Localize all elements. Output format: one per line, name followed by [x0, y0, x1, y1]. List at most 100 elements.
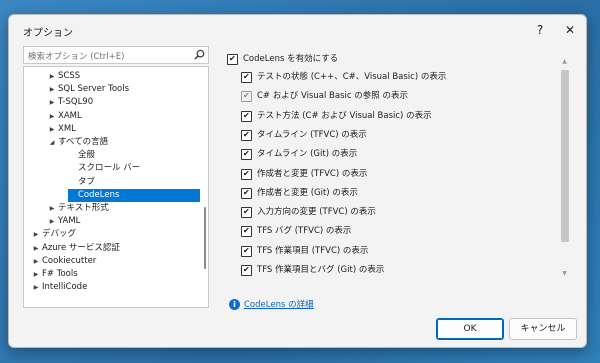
checkbox: ✔	[241, 91, 252, 103]
checkbox[interactable]: ✔	[241, 72, 252, 83]
expand-arrow-icon[interactable]: ▶	[48, 123, 56, 136]
expand-arrow-icon[interactable]: ▶	[32, 255, 40, 268]
scroll-down-icon[interactable]: ▼	[560, 270, 569, 277]
check-icon: ✔	[243, 129, 250, 139]
tree-item[interactable]: ▶ YAML	[24, 215, 200, 228]
expand-arrow-icon[interactable]: ▶	[32, 242, 40, 255]
options-dialog: オプション ? ✕ 検索オプション (Ctrl+E) ▶ SCSS ▶ SQL Ser…	[8, 14, 587, 348]
checkbox[interactable]: ✔	[241, 245, 252, 257]
tree-item-label: Azure サービス認証	[42, 242, 120, 253]
tree-item-label: テキスト形式	[58, 203, 109, 213]
checkbox-label: タイムライン (TFVC) の表示	[257, 129, 367, 140]
options-scrollbar-thumb[interactable]	[561, 70, 569, 242]
tree-scrollbar-thumb[interactable]	[204, 207, 206, 269]
check-icon: ✔	[243, 149, 250, 159]
checkbox-label: テスト方法 (C# および Visual Basic) の表示	[257, 110, 432, 121]
expand-arrow-icon[interactable]: ▶	[32, 268, 40, 281]
check-icon: ✔	[243, 72, 250, 81]
tree-item-label: タブ	[78, 176, 96, 187]
expand-arrow-icon[interactable]: ▶	[48, 70, 56, 83]
tree-item-label: 全般	[78, 150, 96, 161]
checkbox[interactable]: ✔	[241, 207, 252, 219]
search-icon[interactable]	[194, 49, 205, 60]
search-input[interactable]: 検索オプション (Ctrl+E)	[23, 46, 209, 64]
codelens-details-link[interactable]: CodeLens の詳細	[244, 298, 314, 312]
collapse-arrow-icon[interactable]: ◢	[48, 136, 56, 149]
tree-item[interactable]: ▶ テキスト形式	[24, 202, 200, 215]
checkbox-label: 作成者と変更 (TFVC) の表示	[257, 168, 368, 179]
checkbox[interactable]: ✔	[241, 149, 252, 161]
options-tree[interactable]: ▶ SCSS ▶ SQL Server Tools ▶ T-SQL90 ▶ XAML ▶ XML ◢…	[23, 66, 209, 308]
scroll-up-icon[interactable]: ▲	[560, 58, 569, 65]
check-icon: ✔	[243, 265, 250, 274]
checkbox[interactable]: ✔	[227, 54, 238, 65]
search-placeholder: 検索オプション (Ctrl+E)	[28, 52, 125, 62]
tree-item[interactable]: CodeLens	[68, 188, 200, 202]
tree-item[interactable]: ▶ F# Tools	[24, 268, 200, 281]
check-icon: ✔	[229, 54, 236, 63]
checkbox-label: TFS 作業項目 (TFVC) の表示	[257, 245, 369, 256]
tree-item-label: デバッグ	[42, 229, 77, 240]
tree-item-label: XML	[58, 123, 76, 134]
tree-item-label: CodeLens	[78, 189, 120, 200]
checkbox[interactable]: ✔	[241, 168, 252, 180]
checkbox-label: TFS バグ (TFVC) の表示	[257, 226, 352, 237]
tree-item[interactable]: ◢ すべての言語	[24, 136, 200, 149]
tree-item-label: SCSS	[58, 71, 81, 81]
expand-arrow-icon[interactable]: ▶	[32, 228, 40, 241]
tree-item-label: SQL Server Tools	[58, 84, 130, 95]
tree-item-label: IntelliCode	[42, 282, 88, 293]
tree-item[interactable]: ▶ XAML	[24, 110, 200, 123]
options-scrollbar[interactable]: ▲ ▼	[560, 58, 569, 280]
codelens-options-panel: ▲ ▼ ✔ CodeLens を有効にする ✔ テストの状態 (C++、C#、Visu…	[227, 50, 579, 306]
tree-item[interactable]: タブ	[24, 176, 200, 189]
tree-item[interactable]: ▶ SCSS	[24, 70, 200, 83]
tree-item[interactable]: ▶ デバッグ	[24, 228, 200, 241]
tree-item-label: T-SQL90	[58, 97, 94, 108]
checkbox-label: テストの状態 (C++、C#、Visual Basic) の表示	[257, 72, 447, 82]
tree-item-label: スクロール バー	[78, 163, 141, 174]
expand-arrow-icon[interactable]: ▶	[32, 281, 40, 294]
tree-item[interactable]: 全般	[24, 149, 200, 162]
options-navigation: 検索オプション (Ctrl+E) ▶ SCSS ▶ SQL Server Tools ▶…	[23, 46, 209, 308]
tree-item[interactable]: ▶ IntelliCode	[24, 281, 200, 294]
checkbox[interactable]: ✔	[241, 187, 252, 199]
tree-item-label: Cookiecutter	[42, 255, 97, 266]
ok-button[interactable]: OK	[436, 318, 504, 340]
tree-item-label: XAML	[58, 110, 82, 121]
check-icon: ✔	[243, 91, 250, 101]
tree-item[interactable]: ▶ T-SQL90	[24, 96, 200, 109]
checkbox-label: TFS 作業項目とバグ (Git) の表示	[257, 265, 385, 275]
checkbox[interactable]: ✔	[241, 129, 252, 141]
checkbox-label: 作成者と変更 (Git) の表示	[257, 187, 358, 198]
info-icon: i	[229, 299, 240, 310]
tree-item[interactable]: スクロール バー	[24, 162, 200, 175]
tree-item[interactable]: ▶ Azure サービス認証	[24, 242, 200, 255]
help-button[interactable]: ?	[527, 19, 553, 41]
tree-item[interactable]: ▶ Cookiecutter	[24, 255, 200, 268]
expand-arrow-icon[interactable]: ▶	[48, 110, 56, 123]
tree-item[interactable]: ▶ SQL Server Tools	[24, 83, 200, 96]
tree-item-label: F# Tools	[42, 269, 78, 279]
tree-item[interactable]: ▶ XML	[24, 123, 200, 136]
dialog-title: オプション	[23, 28, 73, 39]
expand-arrow-icon[interactable]: ▶	[48, 96, 56, 109]
checkbox-label: CodeLens を有効にする	[243, 54, 339, 64]
expand-arrow-icon[interactable]: ▶	[48, 202, 56, 215]
expand-arrow-icon[interactable]: ▶	[48, 83, 56, 96]
check-icon: ✔	[243, 187, 250, 197]
expand-arrow-icon[interactable]: ▶	[48, 215, 56, 228]
checkbox[interactable]: ✔	[241, 110, 252, 122]
check-icon: ✔	[243, 168, 250, 178]
check-icon: ✔	[243, 226, 250, 236]
cancel-button[interactable]: キャンセル	[509, 318, 577, 340]
tree-item-label: YAML	[58, 216, 81, 227]
check-icon: ✔	[243, 110, 250, 120]
close-button[interactable]: ✕	[557, 19, 583, 41]
checkbox[interactable]: ✔	[241, 265, 252, 276]
check-icon: ✔	[243, 245, 250, 255]
title-bar: オプション ? ✕	[9, 15, 586, 45]
checkbox-label: タイムライン (Git) の表示	[257, 149, 358, 160]
checkbox[interactable]: ✔	[241, 226, 252, 238]
tree-item-label: すべての言語	[58, 137, 109, 147]
